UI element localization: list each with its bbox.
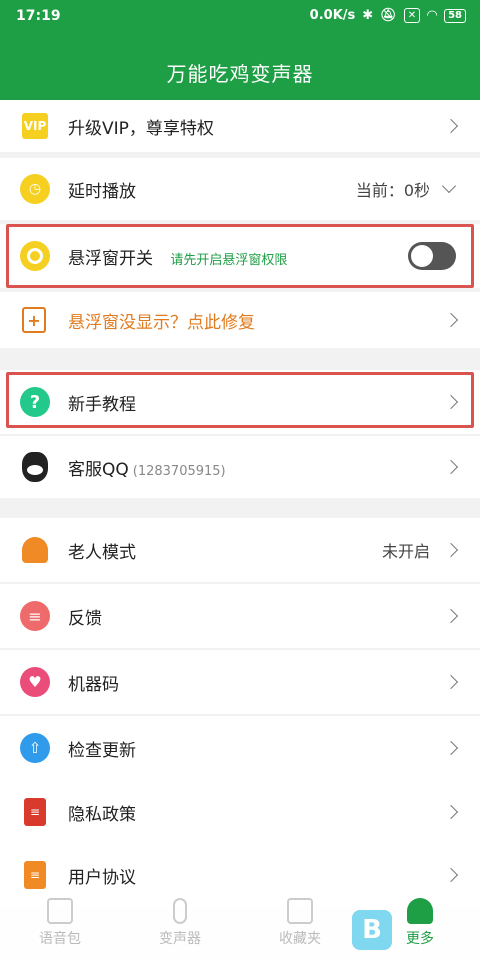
qq-number: (1283705915)	[132, 463, 226, 479]
delay-value: 当前：0秒	[355, 181, 430, 200]
floating-fix-label: 悬浮窗没显示？点此修复	[68, 312, 255, 333]
elder-person-icon	[20, 535, 50, 565]
update-icon: ⇧	[20, 733, 50, 763]
privacy-document-icon: ≡	[24, 798, 46, 826]
highlight-box	[6, 224, 474, 288]
row-floating-fix[interactable]: + 悬浮窗没显示？点此修复	[0, 292, 480, 348]
mute-bell-icon: 🔕︎	[380, 8, 397, 23]
status-time: 17:19	[16, 8, 61, 24]
agreement-document-icon: ≡	[24, 861, 46, 889]
tab-voice-changer[interactable]: 变声器	[120, 898, 240, 948]
row-qq-support[interactable]: 客服QQ (1283705915)	[0, 436, 480, 498]
bluetooth-icon: ✱	[362, 8, 374, 23]
chevron-right-icon	[443, 867, 459, 883]
row-privacy-policy[interactable]: ≡ 隐私政策	[0, 780, 480, 844]
feedback-icon: ≡	[20, 601, 50, 631]
row-machine-code[interactable]: ♥ 机器码	[0, 650, 480, 714]
chevron-right-icon	[443, 740, 459, 756]
page-title: 万能吃鸡变声器	[166, 62, 314, 86]
qq-label: 客服QQ (1283705915)	[68, 459, 226, 480]
heart-icon: ♥	[20, 667, 50, 697]
chevron-right-icon	[443, 608, 459, 624]
wifi-icon: ◠	[427, 8, 438, 23]
chevron-right-icon	[443, 674, 459, 690]
app-header: 17:19 0.0K/s ✱ 🔕︎ ✕ ◠ 58 万能吃鸡变声器	[0, 0, 480, 100]
qq-penguin-icon	[22, 452, 48, 482]
vip-label: 升级VIP，尊享特权	[68, 118, 214, 139]
delay-timer-icon: ◷	[20, 174, 50, 204]
chevron-right-icon	[443, 459, 459, 475]
more-grid-icon	[407, 898, 433, 924]
feedback-label: 反馈	[68, 608, 102, 629]
battery-icon: 58	[444, 8, 466, 23]
status-bar: 17:19 0.0K/s ✱ 🔕︎ ✕ ◠ 58	[0, 0, 480, 34]
tab-favorites[interactable]: 收藏夹	[240, 898, 360, 948]
microphone-icon	[173, 898, 187, 924]
vip-icon: VIP	[22, 113, 48, 139]
chevron-right-icon	[443, 312, 459, 328]
delay-label: 延时播放	[68, 181, 136, 202]
floating-assistant-icon[interactable]: B	[352, 910, 392, 950]
network-speed: 0.0K/s	[309, 8, 356, 23]
elder-mode-label: 老人模式	[68, 542, 136, 563]
machine-code-label: 机器码	[68, 674, 119, 695]
chevron-down-icon	[441, 178, 457, 194]
bag-icon	[47, 898, 73, 924]
row-check-update[interactable]: ⇧ 检查更新	[0, 716, 480, 780]
tab-voice-pack[interactable]: 语音包	[0, 898, 120, 948]
chevron-right-icon	[443, 118, 459, 134]
folder-icon	[287, 898, 313, 924]
user-agreement-label: 用户协议	[68, 867, 136, 888]
row-delay-playback[interactable]: ◷ 延时播放 当前：0秒	[0, 158, 480, 220]
row-feedback[interactable]: ≡ 反馈	[0, 584, 480, 648]
row-vip[interactable]: VIP 升级VIP，尊享特权	[0, 100, 480, 152]
check-update-label: 检查更新	[68, 740, 136, 761]
repair-kit-icon: +	[22, 307, 46, 333]
privacy-policy-label: 隐私政策	[68, 804, 136, 825]
chevron-right-icon	[443, 542, 459, 558]
row-elder-mode[interactable]: 老人模式 未开启	[0, 518, 480, 582]
elder-mode-value: 未开启	[381, 542, 430, 561]
chevron-right-icon	[443, 804, 459, 820]
bottom-tab-bar: 语音包 变声器 收藏夹 更多	[0, 890, 480, 960]
sim-off-icon: ✕	[403, 8, 421, 23]
highlight-box	[6, 372, 474, 428]
